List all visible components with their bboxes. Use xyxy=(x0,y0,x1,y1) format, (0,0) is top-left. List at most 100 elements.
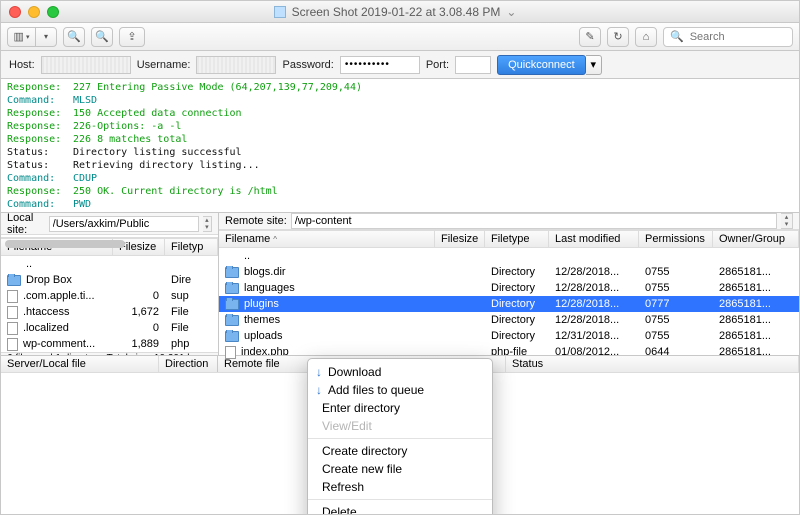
menu-item-label: Delete xyxy=(322,505,357,515)
log-label: Command: xyxy=(7,94,73,107)
toolbox-button[interactable]: ⌂ xyxy=(635,27,657,47)
search-input[interactable] xyxy=(688,30,786,44)
layout-button[interactable]: ▥▾ xyxy=(7,27,35,47)
document-icon xyxy=(274,6,286,18)
log-pane: Response:227 Entering Passive Mode (64,2… xyxy=(1,79,799,213)
share-button[interactable]: ⇪ xyxy=(119,27,145,47)
window-title: Screen Shot 2019-01-22 at 3.08.48 PM ⌄ xyxy=(59,5,731,19)
list-item[interactable]: .localized0File xyxy=(1,320,218,336)
local-file-list[interactable]: ..Drop BoxDire.com.apple.ti...0sup.htacc… xyxy=(1,256,218,352)
list-item[interactable]: languagesDirectory12/28/2018...075528651… xyxy=(219,280,799,296)
close-icon[interactable] xyxy=(9,6,21,18)
window-controls xyxy=(9,6,59,18)
menu-item[interactable]: Refresh xyxy=(308,478,492,496)
menu-item[interactable]: Create new file xyxy=(308,460,492,478)
search-field[interactable]: 🔍 xyxy=(663,27,793,47)
minimize-icon[interactable] xyxy=(28,6,40,18)
log-text: PWD xyxy=(73,198,91,211)
download-icon: ↓ xyxy=(312,365,326,379)
log-text: Directory listing successful xyxy=(73,146,242,159)
menu-item: View/Edit xyxy=(308,417,492,435)
list-item[interactable]: uploadsDirectory12/31/2018...07552865181… xyxy=(219,328,799,344)
edit-button[interactable]: ✎ xyxy=(579,27,601,47)
log-label: Status: xyxy=(7,146,73,159)
context-menu: ↓Download↓Add files to queueEnter direct… xyxy=(307,358,493,515)
menu-item-label: Enter directory xyxy=(322,401,400,415)
log-label: Response: xyxy=(7,107,73,120)
menu-separator xyxy=(308,438,492,439)
search-icon: 🔍 xyxy=(670,30,684,43)
local-path-stepper[interactable]: ▴▾ xyxy=(203,216,212,232)
zoom-in-button[interactable]: 🔍 xyxy=(91,27,113,47)
log-text: Retrieving directory listing... xyxy=(73,159,260,172)
remote-columns[interactable]: Filename^ Filesize Filetype Last modifie… xyxy=(219,230,799,248)
menu-item-label: Add files to queue xyxy=(328,383,424,397)
remote-site-header: Remote site: ▴▾ xyxy=(219,213,799,230)
sort-icon: ^ xyxy=(273,235,277,244)
folder-icon xyxy=(7,275,21,286)
menu-item-label: Create new file xyxy=(322,462,402,476)
menu-item[interactable]: Create directory xyxy=(308,442,492,460)
menu-item[interactable]: Delete xyxy=(308,503,492,515)
local-site-header: Local site: ▴▾ xyxy=(1,213,218,235)
list-item[interactable]: .com.apple.ti...0sup xyxy=(1,288,218,304)
remote-path-input[interactable] xyxy=(291,213,777,229)
local-tree-scrollbar[interactable] xyxy=(1,237,218,238)
title-dropdown-caret[interactable]: ⌄ xyxy=(506,5,516,19)
list-item[interactable]: Drop BoxDire xyxy=(1,272,218,288)
file-icon xyxy=(7,306,18,319)
local-path-input[interactable] xyxy=(49,216,199,232)
log-label: Status: xyxy=(7,159,73,172)
list-item[interactable]: themesDirectory12/28/2018...07552865181.… xyxy=(219,312,799,328)
port-input[interactable] xyxy=(455,56,491,74)
log-label: Command: xyxy=(7,198,73,211)
file-icon xyxy=(7,338,18,351)
list-item[interactable]: .htaccess1,672File xyxy=(1,304,218,320)
menu-item[interactable]: Enter directory xyxy=(308,399,492,417)
log-text: 227 Entering Passive Mode (64,207,139,77… xyxy=(73,81,362,94)
menu-item[interactable]: ↓Download xyxy=(308,363,492,381)
toolbar: ▥▾ ▾ 🔍 🔍 ⇪ ✎ ↻ ⌂ 🔍 xyxy=(1,23,799,51)
host-label: Host: xyxy=(9,59,35,71)
username-input[interactable] xyxy=(196,56,276,74)
list-item[interactable]: .. xyxy=(219,248,799,264)
log-label: Response: xyxy=(7,120,73,133)
log-text: 226-Options: -a -l xyxy=(73,120,181,133)
log-text: CDUP xyxy=(73,172,97,185)
quickconnect-dropdown[interactable]: ▾ xyxy=(586,55,602,75)
remote-file-list[interactable]: ..blogs.dirDirectory12/28/2018...0755286… xyxy=(219,248,799,360)
folder-icon xyxy=(225,315,239,326)
zoom-out-button[interactable]: 🔍 xyxy=(63,27,85,47)
folder-icon xyxy=(225,267,239,278)
log-text: MLSD xyxy=(73,94,97,107)
host-input[interactable] xyxy=(41,56,131,74)
file-icon xyxy=(225,346,236,359)
remote-site-label: Remote site: xyxy=(225,215,287,227)
menu-item[interactable]: ↓Add files to queue xyxy=(308,381,492,399)
app-window: Screen Shot 2019-01-22 at 3.08.48 PM ⌄ ▥… xyxy=(0,0,800,515)
log-label: Command: xyxy=(7,172,73,185)
remote-path-stepper[interactable]: ▴▾ xyxy=(781,213,793,229)
titlebar: Screen Shot 2019-01-22 at 3.08.48 PM ⌄ xyxy=(1,1,799,23)
menu-separator xyxy=(308,499,492,500)
folder-icon xyxy=(225,283,239,294)
menu-item-label: Download xyxy=(328,365,381,379)
list-item[interactable]: pluginsDirectory12/28/2018...07772865181… xyxy=(219,296,799,312)
list-item[interactable]: blogs.dirDirectory12/28/2018...075528651… xyxy=(219,264,799,280)
list-item[interactable]: wp-comment...1,889php xyxy=(1,336,218,352)
local-site-label: Local site: xyxy=(7,212,45,236)
folder-icon xyxy=(225,331,239,342)
layout-caret-button[interactable]: ▾ xyxy=(35,27,57,47)
menu-item-label: Refresh xyxy=(322,480,364,494)
zoom-icon[interactable] xyxy=(47,6,59,18)
log-text: 250 OK. Current directory is /html xyxy=(73,185,278,198)
rotate-button[interactable]: ↻ xyxy=(607,27,629,47)
password-input[interactable]: •••••••••• xyxy=(340,56,420,74)
remote-panel: Remote site: ▴▾ Filename^ Filesize Filet… xyxy=(219,213,799,355)
file-icon xyxy=(7,322,18,335)
quickconnect-button[interactable]: Quickconnect xyxy=(497,55,586,75)
password-label: Password: xyxy=(282,59,333,71)
log-text: 150 Accepted data connection xyxy=(73,107,242,120)
list-item[interactable]: .. xyxy=(1,256,218,272)
folder-icon xyxy=(225,299,239,310)
